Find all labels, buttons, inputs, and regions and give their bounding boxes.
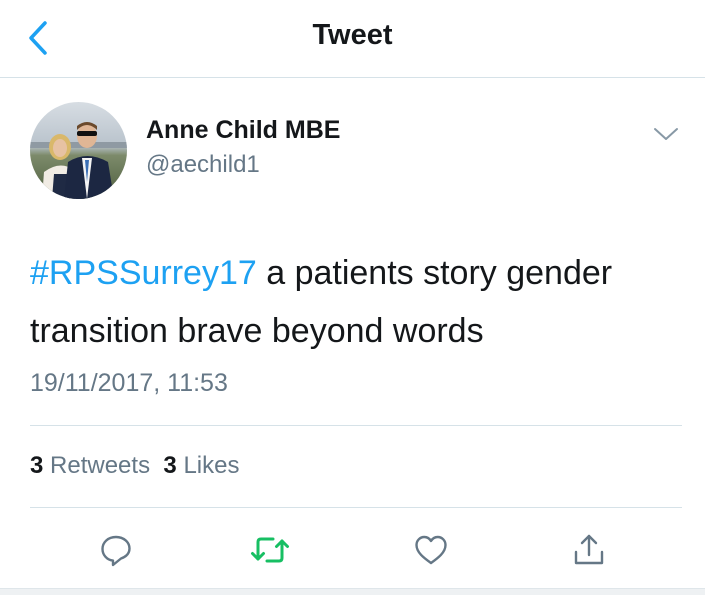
author-name[interactable]: Anne Child MBE [146,116,340,145]
divider [30,425,682,426]
retweets-label: Retweets [50,452,151,479]
retweets-stat[interactable]: 3 Retweets [30,452,150,479]
share-button[interactable] [565,528,613,572]
heart-icon [415,535,447,565]
hashtag-link[interactable]: #RPSSurrey17 [30,254,257,292]
tweet-options-button[interactable] [650,120,682,148]
share-icon [574,534,604,565]
reply-icon [101,535,131,567]
retweet-button[interactable] [246,528,294,572]
retweets-count: 3 [30,452,44,479]
top-bar: Tweet [0,0,705,78]
tweet-stats: 3 Retweets 3 Likes [30,452,239,480]
tweet-text: #RPSSurrey17 a patients story gender tra… [30,244,680,360]
likes-stat[interactable]: 3 Likes [163,452,239,479]
reply-button[interactable] [92,528,140,572]
avatar-photo [30,102,127,199]
chevron-down-icon [654,128,678,140]
likes-count: 3 [163,452,177,479]
like-button[interactable] [407,528,455,572]
author-handle[interactable]: @aechild1 [146,151,260,179]
bottom-edge [0,588,705,595]
avatar[interactable] [30,102,127,199]
tweet-timestamp: 19/11/2017, 11:53 [30,369,228,397]
tweet-actions [0,520,705,580]
likes-label: Likes [183,452,240,479]
divider [30,507,682,508]
page-title: Tweet [312,19,393,51]
retweet-icon [251,537,289,563]
